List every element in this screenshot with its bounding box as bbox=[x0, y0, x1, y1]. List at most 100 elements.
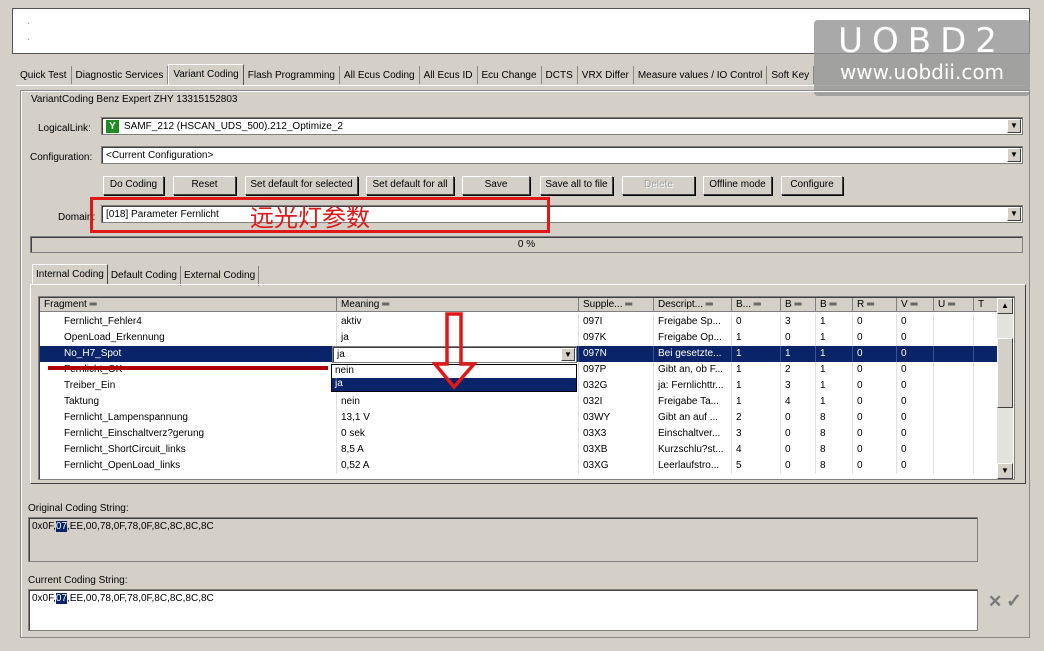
tab-internal-coding[interactable]: Internal Coding bbox=[32, 264, 108, 284]
cell-t[interactable] bbox=[974, 362, 998, 378]
cross-icon[interactable]: ✕ bbox=[988, 592, 1002, 612]
cell-fragment[interactable]: Treiber_Ein bbox=[60, 378, 337, 394]
cell-v[interactable]: 0 bbox=[897, 330, 934, 346]
cell-byte[interactable]: 1 bbox=[732, 330, 781, 346]
cell-description[interactable]: Bei gesetzte... bbox=[654, 346, 732, 362]
tab-flash-programming[interactable]: Flash Programming bbox=[244, 66, 340, 84]
chevron-down-icon[interactable]: ▼ bbox=[1007, 119, 1021, 133]
configure-button[interactable]: Configure bbox=[781, 176, 843, 195]
cell-byte[interactable]: 1 bbox=[732, 394, 781, 410]
tab-diagnostic-services[interactable]: Diagnostic Services bbox=[72, 66, 169, 84]
cell-byte[interactable]: 4 bbox=[732, 442, 781, 458]
configuration-select[interactable]: <Current Configuration> ▼ bbox=[101, 146, 1023, 164]
cell-bitlength[interactable]: 1 bbox=[816, 362, 853, 378]
tab-dcts[interactable]: DCTS bbox=[542, 66, 578, 84]
cell-bit[interactable]: 4 bbox=[781, 394, 816, 410]
cell-meaning[interactable]: 13,1 V bbox=[337, 410, 579, 426]
cell-byte[interactable]: 5 bbox=[732, 458, 781, 474]
header-u[interactable]: U ═ bbox=[934, 298, 974, 312]
header-bit[interactable]: B ═ bbox=[781, 298, 816, 312]
tab-quick-test[interactable]: Quick Test bbox=[16, 66, 72, 84]
offline-mode-button[interactable]: Offline mode bbox=[703, 176, 772, 195]
cell-supplement[interactable]: 03X3 bbox=[579, 426, 654, 442]
cell-u[interactable] bbox=[934, 346, 974, 362]
table-scrollbar[interactable]: ▲ ▼ bbox=[997, 298, 1013, 479]
header-fragment[interactable]: Fragment ═ bbox=[40, 298, 337, 312]
cell-u[interactable] bbox=[934, 314, 974, 330]
save-button[interactable]: Save bbox=[462, 176, 530, 195]
cell-bitlength[interactable]: 1 bbox=[816, 314, 853, 330]
header-bitlength[interactable]: B ═ bbox=[816, 298, 853, 312]
cell-bit[interactable]: 0 bbox=[781, 458, 816, 474]
cell-byte[interactable]: 2 bbox=[732, 410, 781, 426]
cell-supplement[interactable]: 03XB bbox=[579, 442, 654, 458]
tab-soft-key[interactable]: Soft Key bbox=[767, 66, 815, 84]
tab-variant-coding[interactable]: Variant Coding bbox=[168, 64, 244, 85]
delete-button[interactable]: Delete bbox=[622, 176, 695, 195]
chevron-down-icon[interactable]: ▼ bbox=[1007, 207, 1021, 221]
cell-t[interactable] bbox=[974, 330, 998, 346]
cell-fragment[interactable]: Fernlicht_OpenLoad_links bbox=[60, 458, 337, 474]
set-default-selected-button[interactable]: Set default for selected bbox=[245, 176, 358, 195]
cell-v[interactable]: 0 bbox=[897, 426, 934, 442]
cell-bitlength[interactable]: 1 bbox=[816, 394, 853, 410]
cell-fragment[interactable]: Fernlicht_Einschaltverz?gerung bbox=[60, 426, 337, 442]
current-coding-string[interactable]: 0x0F,07,EE,00,78,0F,78,0F,8C,8C,8C,8C bbox=[28, 589, 978, 631]
cell-r[interactable]: 0 bbox=[853, 394, 897, 410]
cell-v[interactable]: 0 bbox=[897, 458, 934, 474]
table-row[interactable]: Fernlicht_Einschaltverz?gerung 0 sek 03X3 E… bbox=[40, 426, 998, 442]
logical-link-select[interactable]: Y SAMF_212 (HSCAN_UDS_500).212_Optimize_… bbox=[101, 117, 1023, 135]
reset-button[interactable]: Reset bbox=[173, 176, 236, 195]
cell-meaning[interactable]: 8,5 A bbox=[337, 442, 579, 458]
check-icon[interactable]: ✓ bbox=[1006, 590, 1022, 613]
do-coding-button[interactable]: Do Coding bbox=[103, 176, 164, 195]
cell-bitlength[interactable]: 8 bbox=[816, 410, 853, 426]
cell-supplement[interactable]: 03WY bbox=[579, 410, 654, 426]
cell-description[interactable]: Kurzschlu?st... bbox=[654, 442, 732, 458]
chevron-down-icon[interactable]: ▼ bbox=[561, 348, 575, 361]
cell-supplement[interactable]: 097P bbox=[579, 362, 654, 378]
tab-all-ecus-id[interactable]: All Ecus ID bbox=[420, 66, 478, 84]
cell-byte[interactable]: 1 bbox=[732, 346, 781, 362]
cell-supplement[interactable]: 097K bbox=[579, 330, 654, 346]
set-default-all-button[interactable]: Set default for all bbox=[366, 176, 454, 195]
table-row[interactable]: Fernlicht_Fehler4 aktiv 097I Freigabe Sp...… bbox=[40, 314, 998, 330]
tab-vrx-differ[interactable]: VRX Differ bbox=[578, 66, 634, 84]
cell-r[interactable]: 0 bbox=[853, 426, 897, 442]
chevron-down-icon[interactable]: ▼ bbox=[1007, 148, 1021, 162]
cell-bit[interactable]: 1 bbox=[781, 346, 816, 362]
cell-r[interactable]: 0 bbox=[853, 346, 897, 362]
save-all-to-file-button[interactable]: Save all to file bbox=[540, 176, 613, 195]
cell-v[interactable]: 0 bbox=[897, 346, 934, 362]
cell-fragment[interactable]: Fernlicht_Lampenspannung bbox=[60, 410, 337, 426]
header-supplement[interactable]: Supple... ═ bbox=[579, 298, 654, 312]
cell-u[interactable] bbox=[934, 378, 974, 394]
cell-v[interactable]: 0 bbox=[897, 378, 934, 394]
cell-r[interactable]: 0 bbox=[853, 314, 897, 330]
cell-supplement[interactable]: 097N bbox=[579, 346, 654, 362]
cell-description[interactable]: Einschaltver... bbox=[654, 426, 732, 442]
tab-measure-values[interactable]: Measure values / IO Control bbox=[634, 66, 768, 84]
cell-t[interactable] bbox=[974, 346, 998, 362]
cell-t[interactable] bbox=[974, 378, 998, 394]
cell-supplement[interactable]: 032I bbox=[579, 394, 654, 410]
cell-t[interactable] bbox=[974, 442, 998, 458]
cell-fragment[interactable]: Fernlicht_ShortCircuit_links bbox=[60, 442, 337, 458]
cell-bit[interactable]: 0 bbox=[781, 442, 816, 458]
cell-byte[interactable]: 3 bbox=[732, 426, 781, 442]
scroll-thumb[interactable] bbox=[997, 338, 1013, 408]
cell-fragment[interactable]: Taktung bbox=[60, 394, 337, 410]
cell-meaning[interactable]: 0 sek bbox=[337, 426, 579, 442]
cell-u[interactable] bbox=[934, 410, 974, 426]
cell-description[interactable]: Freigabe Sp... bbox=[654, 314, 732, 330]
cell-bit[interactable]: 3 bbox=[781, 314, 816, 330]
cell-bit[interactable]: 2 bbox=[781, 362, 816, 378]
header-v[interactable]: V ═ bbox=[897, 298, 934, 312]
scroll-down-icon[interactable]: ▼ bbox=[997, 463, 1013, 479]
cell-bitlength[interactable]: 8 bbox=[816, 442, 853, 458]
cell-bitlength[interactable]: 8 bbox=[816, 458, 853, 474]
cell-u[interactable] bbox=[934, 362, 974, 378]
cell-r[interactable]: 0 bbox=[853, 410, 897, 426]
cell-bit[interactable]: 0 bbox=[781, 426, 816, 442]
cell-t[interactable] bbox=[974, 458, 998, 474]
